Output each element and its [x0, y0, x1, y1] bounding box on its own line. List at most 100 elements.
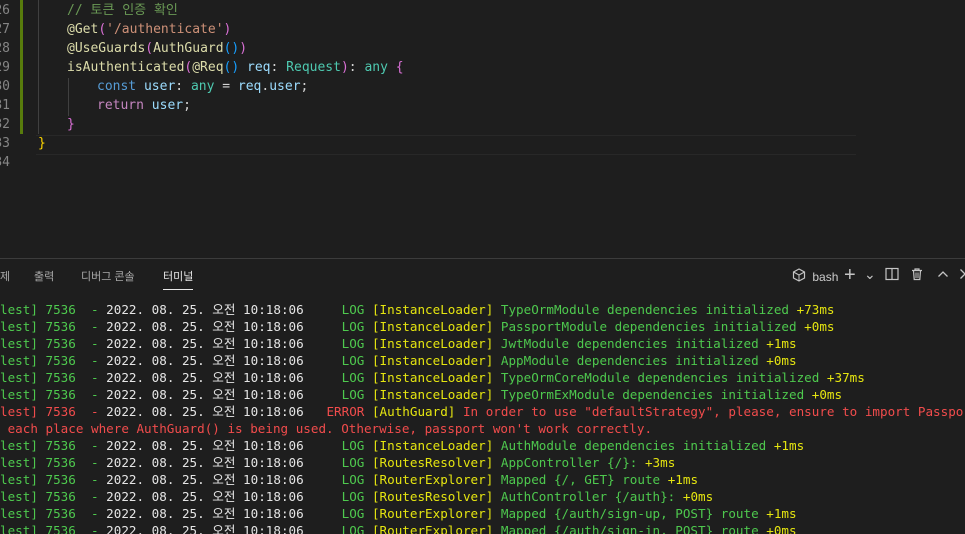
code-token: Request	[286, 60, 341, 75]
code-line[interactable]: 32}	[0, 115, 965, 134]
terminal-line: lest] 7536 - 2022. 08. 25. 오전 10:18:06 L…	[0, 301, 835, 318]
terminal-line: lest] 7536 - 2022. 08. 25. 오전 10:18:06 L…	[0, 488, 713, 505]
line-number: 34	[0, 155, 10, 170]
log-context: [RouterExplorer]	[364, 472, 494, 487]
code-line[interactable]: 33}	[0, 134, 965, 153]
log-duration: +0ms	[758, 523, 797, 534]
log-context: [InstanceLoader]	[364, 438, 494, 453]
code-token: req	[239, 60, 271, 75]
log-level: LOG	[303, 319, 365, 334]
code-line[interactable]: 28 @UseGuards(AuthGuard())	[0, 39, 965, 58]
code-token: {	[395, 60, 404, 75]
log-level: LOG	[303, 387, 365, 402]
code-line[interactable]: 31 return user;	[0, 96, 965, 115]
log-level: LOG	[303, 438, 365, 453]
code-token: const	[97, 79, 137, 94]
code-token: (	[145, 41, 154, 56]
log-duration: +0ms	[796, 319, 835, 334]
terminal-dropdown-button[interactable]: ⌄	[864, 264, 876, 284]
terminal-line: lest] 7536 - 2022. 08. 25. 오전 10:18:06 L…	[0, 369, 865, 386]
code-token: @Req	[192, 60, 224, 75]
code-token: :	[348, 60, 365, 75]
terminal-line: lest] 7536 - 2022. 08. 25. 오전 10:18:06 L…	[0, 352, 797, 369]
log-duration: +0ms	[758, 353, 797, 368]
kill-terminal-button[interactable]	[910, 267, 924, 287]
code-line[interactable]: 27 @Get('/authenticate')	[0, 20, 965, 39]
maximize-panel-button[interactable]	[936, 267, 950, 287]
code-text: }	[67, 115, 75, 134]
log-context: [InstanceLoader]	[364, 336, 494, 351]
code-line[interactable]: 29 isAuthenticated(@Req() req: Request): …	[0, 58, 965, 77]
close-icon	[958, 269, 965, 284]
code-editor[interactable]: 26// 토큰 인증 확인27@Get('/authenticate')28@U…	[0, 0, 965, 258]
new-terminal-button[interactable]: +	[844, 265, 856, 285]
log-message: TypeOrmModule dependencies initialized	[493, 302, 789, 317]
log-prefix: lest] 7536 -	[0, 319, 107, 334]
log-message: Mapped {/auth/sign-up, POST} route	[493, 506, 759, 521]
log-prefix: lest] 7536 -	[0, 438, 107, 453]
log-context: [RoutesResolver]	[364, 489, 494, 504]
code-text: return user;	[97, 96, 191, 115]
log-prefix: lest] 7536 -	[0, 302, 107, 317]
log-duration: +0ms	[675, 489, 714, 504]
terminal-line: lest] 7536 - 2022. 08. 25. 오전 10:18:06 L…	[0, 437, 804, 454]
log-level: LOG	[303, 353, 365, 368]
line-number: 31	[0, 98, 10, 113]
log-message: Mapped {/auth/sign-in, POST} route	[493, 523, 759, 534]
log-timestamp: 2022. 08. 25. 오전 10:18:06	[106, 336, 304, 351]
code-token: // 토큰 인증 확인	[67, 3, 178, 18]
shell-label: bash	[812, 270, 839, 284]
code-text: @UseGuards(AuthGuard())	[67, 39, 247, 58]
tab-terminal[interactable]: 터미널	[163, 259, 194, 295]
log-level: LOG	[303, 523, 365, 534]
log-message: AppModule dependencies initialized	[493, 353, 759, 368]
log-message: In order to use "defaultStrategy", pleas…	[462, 404, 965, 419]
log-timestamp: 2022. 08. 25. 오전 10:18:06	[106, 302, 304, 317]
log-duration: +73ms	[789, 302, 835, 317]
tab-problems[interactable]: 제	[0, 259, 10, 295]
code-line[interactable]: 34	[0, 153, 965, 172]
log-prefix: lest] 7536 -	[0, 336, 107, 351]
line-number: 29	[0, 60, 10, 75]
log-prefix: lest] 7536 -	[0, 353, 107, 368]
code-text: // 토큰 인증 확인	[67, 1, 178, 20]
log-level: LOG	[303, 370, 365, 385]
log-message: TypeOrmCoreModule dependencies initializ…	[493, 370, 820, 385]
code-token: (	[98, 22, 107, 37]
shell-selector[interactable]: bash	[792, 267, 838, 287]
line-number: 27	[0, 22, 10, 37]
terminal-output[interactable]: lest] 7536 - 2022. 08. 25. 오전 10:18:06 L…	[0, 301, 965, 534]
log-message: Mapped {/, GET} route	[493, 472, 661, 487]
log-context: [RouterExplorer]	[364, 506, 494, 521]
code-token: user	[269, 79, 301, 94]
log-context: [InstanceLoader]	[364, 302, 494, 317]
terminal-line: lest] 7536 - 2022. 08. 25. 오전 10:18:06 L…	[0, 318, 835, 335]
terminal-line: lest] 7536 - 2022. 08. 25. 오전 10:18:06 L…	[0, 505, 797, 522]
code-token: isAuthenticated	[67, 60, 185, 75]
log-level: LOG	[303, 489, 365, 504]
code-token: any	[190, 79, 215, 94]
log-level: ERROR	[303, 404, 365, 419]
code-line[interactable]: 26 // 토큰 인증 확인	[0, 1, 965, 20]
terminal-line: lest] 7536 - 2022. 08. 25. 오전 10:18:06 L…	[0, 522, 797, 534]
terminal-line: lest] 7536 - 2022. 08. 25. 오전 10:18:06 L…	[0, 454, 675, 471]
log-prefix: lest] 7536 -	[0, 523, 107, 534]
log-timestamp: 2022. 08. 25. 오전 10:18:06	[106, 523, 304, 534]
log-context: [InstanceLoader]	[364, 387, 494, 402]
split-icon	[885, 267, 899, 284]
tab-debug-console[interactable]: 디버그 콘솔	[81, 259, 135, 295]
code-text: const user: any = req.user;	[97, 77, 308, 96]
code-token: AuthGuard	[153, 41, 224, 56]
log-timestamp: 2022. 08. 25. 오전 10:18:06	[106, 353, 304, 368]
log-prefix: lest] 7536 -	[0, 455, 107, 470]
close-panel-button[interactable]	[958, 267, 965, 287]
code-token: @UseGuards	[67, 41, 146, 56]
split-terminal-button[interactable]	[885, 267, 899, 287]
tab-output[interactable]: 출력	[34, 259, 54, 295]
log-timestamp: 2022. 08. 25. 오전 10:18:06	[106, 370, 304, 385]
code-line[interactable]: 30 const user: any = req.user;	[0, 77, 965, 96]
log-context: [AuthGuard]	[364, 404, 456, 419]
log-timestamp: 2022. 08. 25. 오전 10:18:06	[106, 455, 304, 470]
log-context: [InstanceLoader]	[364, 319, 494, 334]
log-message: TypeOrmExModule dependencies initialized	[493, 387, 805, 402]
